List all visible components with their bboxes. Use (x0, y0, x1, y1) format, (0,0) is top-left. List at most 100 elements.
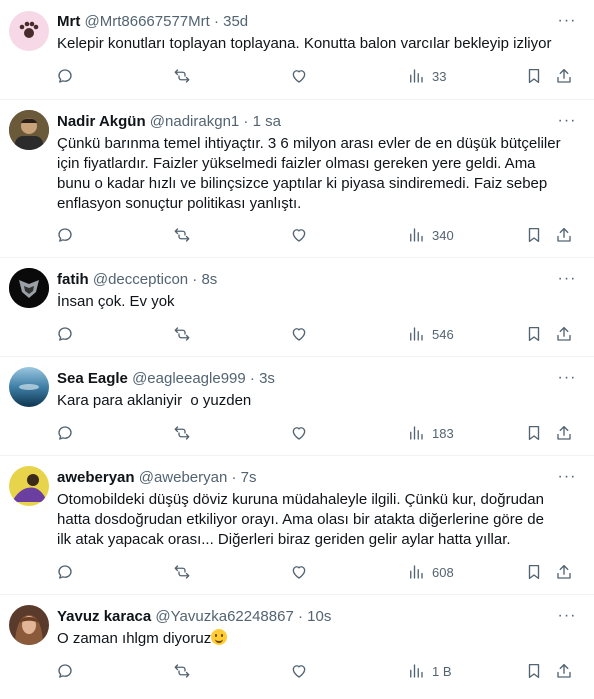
reply-button[interactable] (56, 65, 74, 87)
tweet-text-line: enflasyon sonuçtur politikası yanlıştı. (57, 195, 302, 212)
separator-dot: · (192, 271, 198, 288)
timestamp[interactable]: 10s (307, 608, 331, 625)
tweet-fatih[interactable]: fatih @deccepticon · 8s ··· İnsan çok. E… (0, 258, 594, 357)
like-button[interactable] (290, 65, 308, 87)
share-button[interactable] (555, 224, 573, 246)
bookmark-icon (528, 68, 540, 84)
avatar[interactable] (9, 466, 49, 506)
more-options-icon[interactable]: ··· (554, 608, 580, 629)
user-handle[interactable]: @deccepticon (93, 271, 188, 288)
tweet-text: Otomobildeki düşüş döviz kuruna müdahale… (57, 490, 577, 550)
tweet-nadir[interactable]: Nadir Akgün @nadirakgn1 · 1 sa ··· Çünkü… (0, 100, 594, 258)
reply-button[interactable] (56, 224, 74, 246)
reply-icon (58, 565, 72, 579)
like-button[interactable] (290, 422, 308, 444)
tweet-text-line: O zaman ıhlgm diyoruz (57, 629, 577, 649)
more-options-icon[interactable]: ··· (554, 113, 580, 134)
like-button[interactable] (290, 323, 308, 345)
retweet-button[interactable] (173, 660, 191, 682)
tweet-text: Kelepir konutları toplayan toplayana. Ko… (57, 34, 577, 54)
tweet-yavuz[interactable]: Yavuz karaca @Yavuzka62248867 · 10s ··· … (0, 595, 594, 699)
timestamp[interactable]: 1 sa (253, 113, 281, 130)
tweet-text-line: Çünkü barınma temel ihtiyaçtır. 3 6 mily… (57, 135, 561, 152)
views-button[interactable]: 33 (407, 65, 446, 87)
bookmark-button[interactable] (525, 224, 543, 246)
heart-icon (292, 229, 306, 242)
tweet-text-line: için fiyatlardır. Faizler yükselmedi fai… (57, 155, 536, 172)
retweet-button[interactable] (173, 561, 191, 583)
reply-button[interactable] (56, 660, 74, 682)
timestamp[interactable]: 35d (223, 13, 248, 30)
views-chart-icon (410, 565, 423, 579)
reply-button[interactable] (56, 561, 74, 583)
tweet-header: Mrt @Mrt86667577Mrt · 35d (57, 12, 554, 32)
tweet-header: Sea Eagle @eagleeagle999 · 3s (57, 369, 554, 389)
tweet-mrt[interactable]: Mrt @Mrt86667577Mrt · 35d ··· Kelepir ko… (0, 0, 594, 100)
more-options-icon[interactable]: ··· (554, 271, 580, 292)
bookmark-button[interactable] (525, 65, 543, 87)
display-name[interactable]: aweberyan (57, 469, 135, 486)
retweet-button[interactable] (173, 422, 191, 444)
reply-button[interactable] (56, 323, 74, 345)
like-button[interactable] (290, 660, 308, 682)
user-handle[interactable]: @eagleeagle999 (132, 370, 246, 387)
display-name[interactable]: Nadir Akgün (57, 113, 146, 130)
views-button[interactable]: 546 (407, 323, 454, 345)
retweet-icon (174, 426, 190, 440)
tweet-aweberyan[interactable]: aweberyan @aweberyan · 7s ··· Otomobilde… (0, 456, 594, 595)
display-name[interactable]: Sea Eagle (57, 370, 128, 387)
tweet-sea-eagle[interactable]: Sea Eagle @eagleeagle999 · 3s ··· Kara p… (0, 357, 594, 456)
views-button[interactable]: 608 (407, 561, 454, 583)
like-button[interactable] (290, 224, 308, 246)
tweet-text-content: O zaman ıhlgm diyoruz (57, 630, 212, 647)
tweet-text-line: Otomobildeki düşüş döviz kuruna müdahale… (57, 491, 544, 508)
grinning-face-emoji-icon (211, 629, 228, 645)
timestamp[interactable]: 8s (201, 271, 217, 288)
timestamp[interactable]: 3s (259, 370, 275, 387)
share-button[interactable] (555, 65, 573, 87)
avatar[interactable] (9, 367, 49, 407)
bookmark-button[interactable] (525, 660, 543, 682)
heart-icon (292, 328, 306, 341)
action-bar: 340 (0, 224, 594, 246)
action-bar: 183 (0, 422, 594, 444)
views-button[interactable]: 340 (407, 224, 454, 246)
avatar[interactable] (9, 268, 49, 308)
more-options-icon[interactable]: ··· (554, 370, 580, 391)
user-handle[interactable]: @aweberyan (139, 469, 228, 486)
retweet-icon (174, 228, 190, 242)
tweet-text: İnsan çok. Ev yok (57, 292, 577, 312)
bookmark-button[interactable] (525, 561, 543, 583)
share-button[interactable] (555, 422, 573, 444)
avatar[interactable] (9, 11, 49, 51)
retweet-button[interactable] (173, 323, 191, 345)
share-button[interactable] (555, 561, 573, 583)
retweet-button[interactable] (173, 224, 191, 246)
retweet-icon (174, 69, 190, 83)
views-chart-icon (410, 664, 423, 678)
display-name[interactable]: Yavuz karaca (57, 608, 151, 625)
share-button[interactable] (555, 660, 573, 682)
user-handle[interactable]: @Mrt86667577Mrt (85, 13, 210, 30)
reply-button[interactable] (56, 422, 74, 444)
tweet-text-line: hatta dosdoğrudan etkiliyor orayı. Ama o… (57, 511, 544, 528)
timestamp[interactable]: 7s (241, 469, 257, 486)
avatar[interactable] (9, 110, 49, 150)
bookmark-button[interactable] (525, 422, 543, 444)
display-name[interactable]: Mrt (57, 13, 80, 30)
more-options-icon[interactable]: ··· (554, 469, 580, 490)
avatar[interactable] (9, 605, 49, 645)
share-icon (557, 425, 571, 440)
user-handle[interactable]: @Yavuzka62248867 (155, 608, 293, 625)
user-handle[interactable]: @nadirakgn1 (150, 113, 239, 130)
retweet-button[interactable] (173, 65, 191, 87)
more-options-icon[interactable]: ··· (554, 13, 580, 34)
views-button[interactable]: 1 B (407, 660, 452, 682)
views-button[interactable]: 183 (407, 422, 454, 444)
like-button[interactable] (290, 561, 308, 583)
bookmark-icon (528, 227, 540, 243)
display-name[interactable]: fatih (57, 271, 89, 288)
bookmark-button[interactable] (525, 323, 543, 345)
share-button[interactable] (555, 323, 573, 345)
reply-icon (58, 228, 72, 242)
